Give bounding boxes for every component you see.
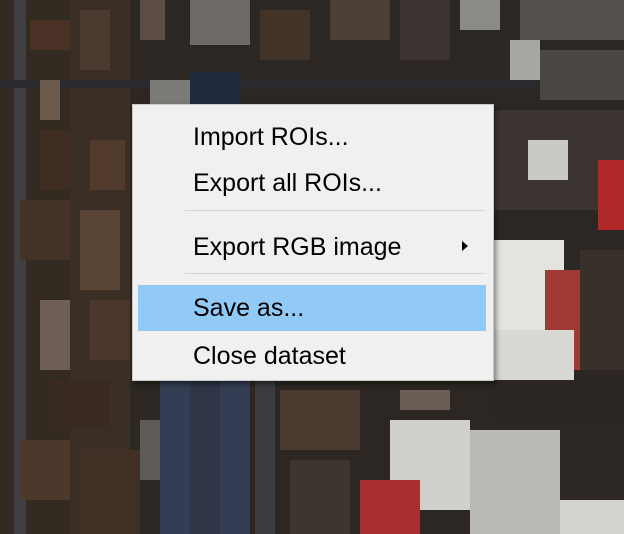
- menu-separator: [185, 210, 485, 211]
- menu-item-export-rgb-image[interactable]: Export RGB image: [138, 224, 486, 270]
- dataset-viewer[interactable]: Import ROIs... Export all ROIs... Export…: [0, 0, 624, 534]
- menu-item-label: Import ROIs...: [193, 123, 349, 151]
- menu-item-label: Export RGB image: [193, 233, 402, 261]
- menu-item-close-dataset[interactable]: Close dataset: [138, 333, 486, 379]
- menu-item-label: Save as...: [193, 294, 305, 322]
- menu-item-label: Close dataset: [193, 342, 346, 370]
- context-menu: Import ROIs... Export all ROIs... Export…: [132, 104, 494, 381]
- menu-item-label: Export all ROIs...: [193, 169, 382, 197]
- menu-item-export-all-rois[interactable]: Export all ROIs...: [138, 160, 486, 206]
- menu-item-import-rois[interactable]: Import ROIs...: [138, 114, 486, 160]
- submenu-arrow-icon: [462, 241, 468, 251]
- menu-item-save-as[interactable]: Save as...: [138, 285, 486, 331]
- menu-separator: [185, 273, 485, 274]
